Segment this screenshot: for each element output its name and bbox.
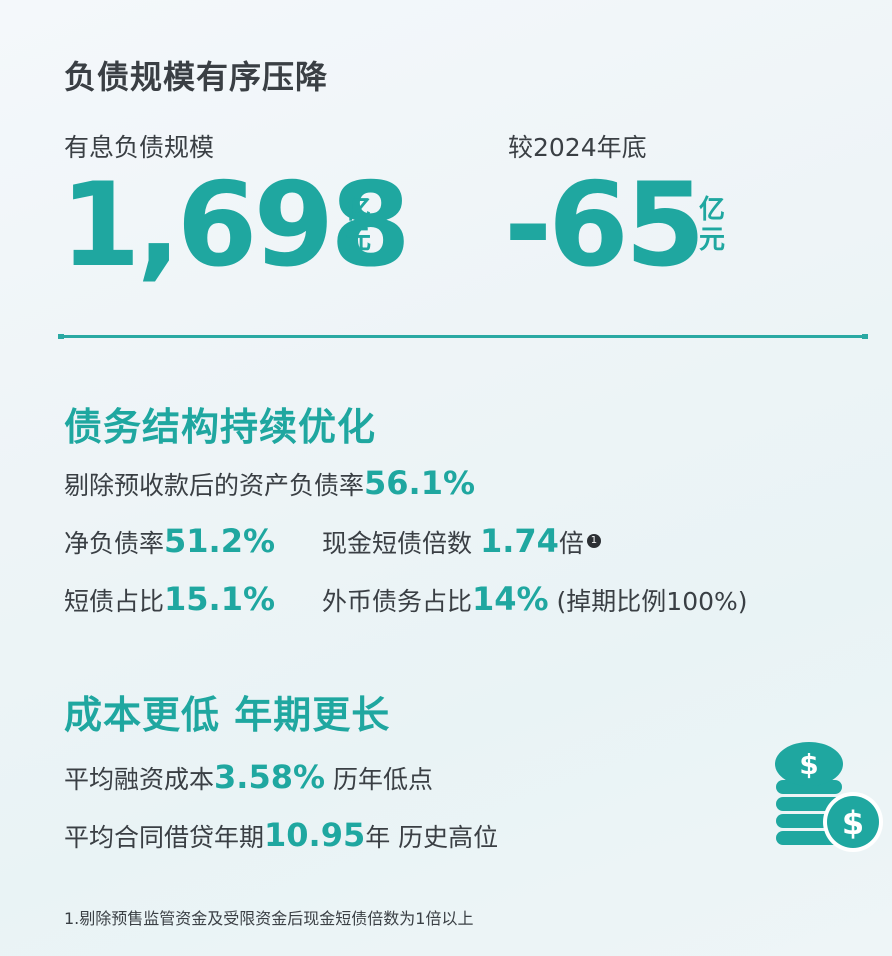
- row-value: 1.74: [479, 522, 559, 560]
- row-suffix: 倍: [558, 529, 584, 558]
- row-label: 净负债率: [64, 529, 165, 558]
- row-label: 外币债务占比: [322, 587, 473, 616]
- row-label: 平均融资成本: [64, 765, 215, 794]
- row-suffix: (掉期比例100%): [548, 587, 748, 616]
- dollar-coins-icon: $ $: [760, 740, 885, 860]
- stat-unit-left-bottom: 元: [344, 224, 371, 255]
- stat-unit-left: 亿 元: [343, 195, 373, 256]
- section-title-cost-and-tenor: 成本更低 年期更长: [64, 693, 391, 737]
- row-suffix: 年 历史高位: [365, 823, 499, 852]
- stat-unit-right-bottom: 元: [698, 224, 725, 255]
- row-short-term-debt-share: 短债占比15.1%: [64, 580, 275, 618]
- row-value: 14%: [472, 580, 549, 618]
- row-average-financing-cost: 平均融资成本3.58% 历年低点: [64, 758, 433, 796]
- svg-text:$: $: [799, 748, 818, 781]
- section-title-debt-structure: 债务结构持续优化: [64, 405, 377, 449]
- stat-value-change-vs-2024: -65: [504, 158, 706, 293]
- row-label: 剔除预收款后的资产负债率: [64, 471, 365, 500]
- row-suffix: 历年低点: [325, 765, 433, 794]
- section-divider: [58, 334, 868, 339]
- row-value: 10.95: [264, 816, 366, 854]
- row-value: 3.58%: [214, 758, 326, 796]
- stat-unit-right: 亿 元: [697, 195, 727, 256]
- row-value: 56.1%: [364, 464, 476, 502]
- row-value: 15.1%: [164, 580, 276, 618]
- row-foreign-currency-debt-share: 外币债务占比14% (掉期比例100%): [322, 580, 748, 618]
- row-net-gearing-ratio: 净负债率51.2%: [64, 522, 275, 560]
- footnote-marker: 1: [586, 533, 601, 548]
- row-label: 平均合同借贷年期: [64, 823, 265, 852]
- row-cash-short-debt-multiple: 现金短债倍数 1.74倍 1: [322, 522, 601, 560]
- row-label: 现金短债倍数: [322, 529, 480, 558]
- row-asset-liability-ratio: 剔除预收款后的资产负债率56.1%: [64, 464, 475, 502]
- svg-text:$: $: [842, 804, 864, 842]
- stat-unit-right-top: 亿: [698, 195, 725, 225]
- stat-unit-left-top: 亿: [344, 195, 371, 225]
- row-value: 51.2%: [164, 522, 276, 560]
- row-label: 短债占比: [64, 587, 165, 616]
- section-title-debt-scale: 负债规模有序压降: [64, 58, 329, 96]
- footnote: 1.剔除预售监管资金及受限资金后现金短债倍数为1倍以上: [64, 909, 474, 928]
- row-average-loan-tenor: 平均合同借贷年期10.95年 历史高位: [64, 816, 498, 854]
